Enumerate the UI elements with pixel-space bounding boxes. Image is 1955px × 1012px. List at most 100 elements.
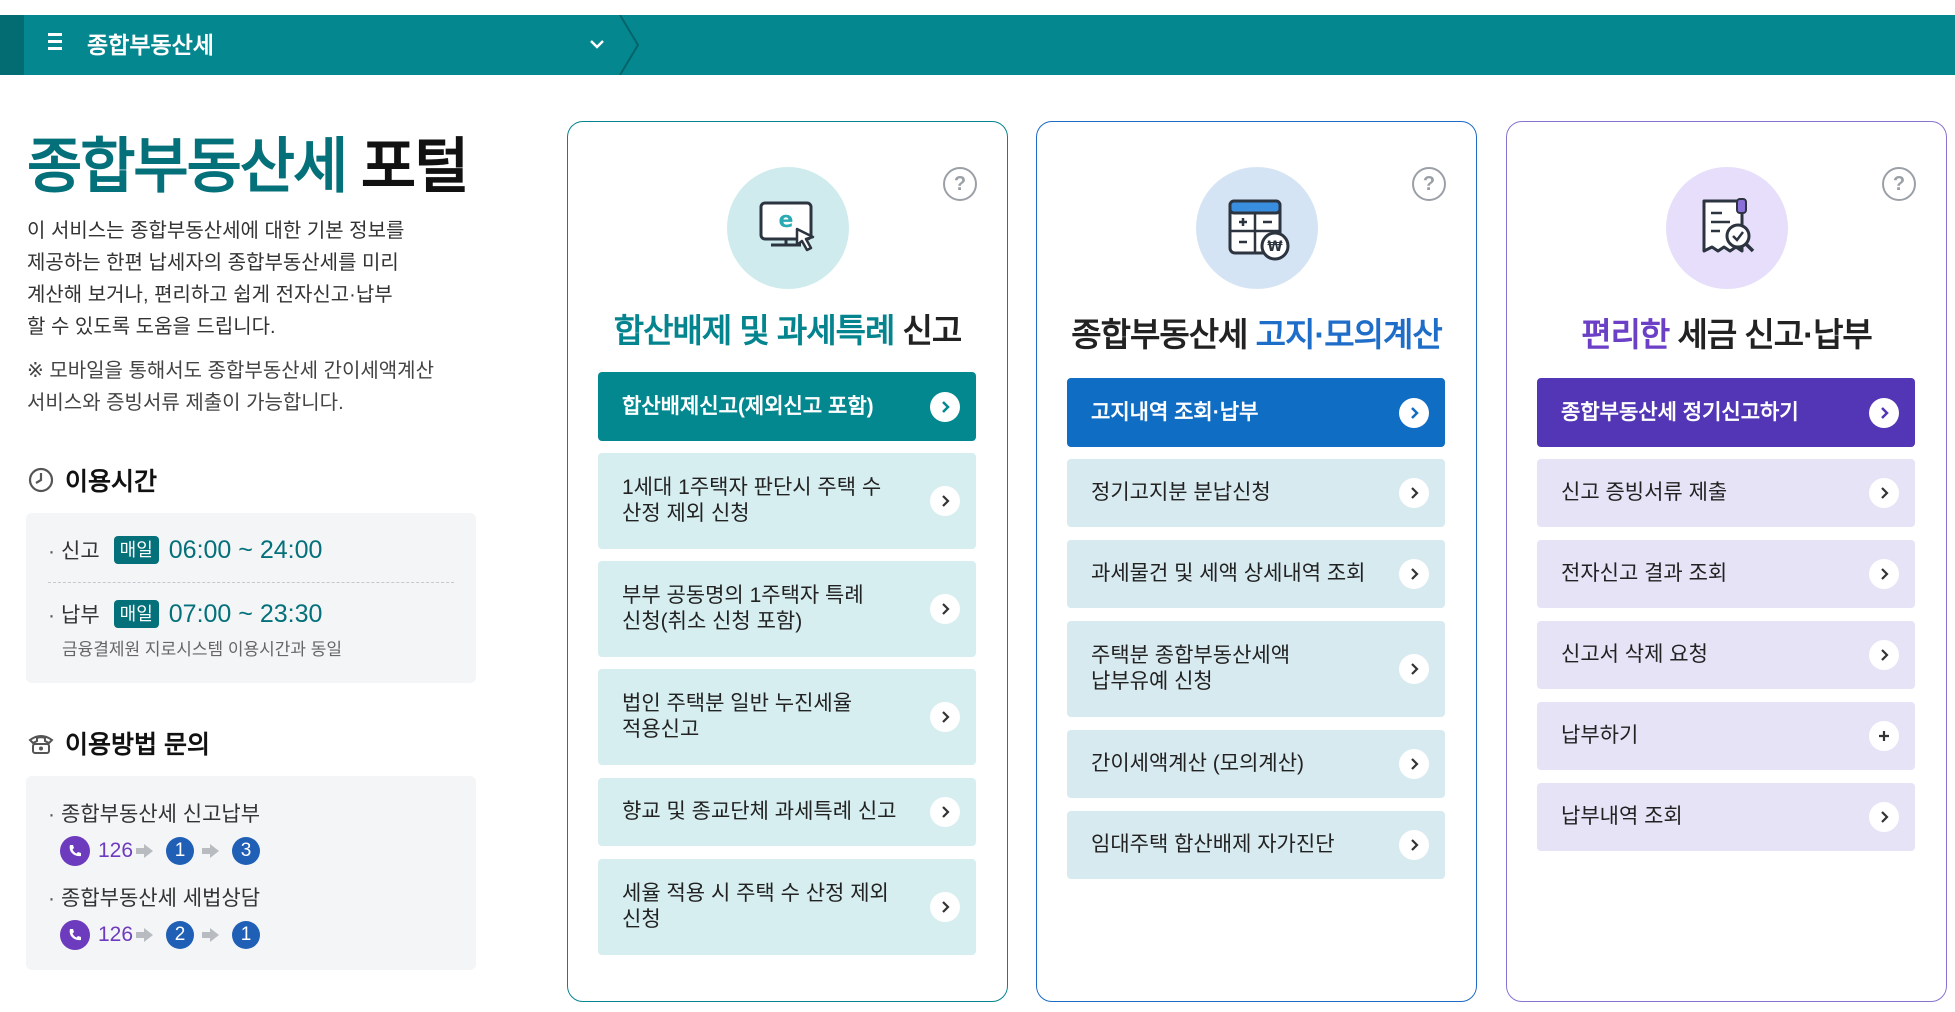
chevron-right-icon	[930, 594, 960, 624]
hours-label: 납부	[48, 599, 100, 629]
chevron-right-icon	[1399, 749, 1429, 779]
menu-step: 1	[232, 921, 261, 949]
button-label: 신고서 삭제 요청	[1561, 643, 1708, 666]
card1-item-1[interactable]: 1세대 1주택자 판단시 주택 수 산정 제외 신청	[598, 453, 976, 549]
card-title-accent: 고지·모의계산	[1255, 316, 1443, 353]
button-label: 향교 및 종교단체 과세특례 신고	[622, 800, 897, 823]
help-icon[interactable]: ?	[1412, 167, 1446, 201]
intro-line: 할 수 있도록 도움을 드립니다.	[27, 316, 276, 338]
help-icon[interactable]: ?	[1882, 167, 1916, 201]
phone-icon	[60, 836, 90, 866]
chevron-right-icon	[1869, 802, 1899, 832]
card2-item-2[interactable]: 과세물건 및 세액 상세내역 조회	[1067, 540, 1445, 608]
svg-text:₩: ₩	[1267, 239, 1283, 255]
intro-text: 이 서비스는 종합부동산세에 대한 기본 정보를 제공하는 한편 납세자의 종합…	[27, 215, 467, 343]
card-title-rest: 종합부동산세	[1071, 316, 1256, 353]
chevron-right-icon	[930, 892, 960, 922]
button-label: 신고 증빙서류 제출	[1561, 481, 1728, 504]
daily-badge: 매일	[113, 600, 159, 628]
button-label: 고지내역 조회·납부	[1091, 400, 1259, 424]
button-label: 주택분 종합부동산세액 납부유예 신청	[1091, 644, 1291, 693]
button-label: 합산배제신고(제외신고 포함)	[622, 394, 874, 418]
breadcrumb-separator-icon	[619, 15, 640, 75]
hours-divider	[48, 582, 454, 583]
card3-item-1[interactable]: 신고 증빙서류 제출	[1537, 459, 1915, 527]
card-title: 종합부동산세 고지·모의계산	[1037, 308, 1476, 356]
phone-icon	[60, 920, 90, 950]
intro-line: 이 서비스는 종합부동산세에 대한 기본 정보를	[27, 220, 405, 242]
clock-icon	[28, 467, 54, 493]
chevron-right-icon	[1399, 654, 1429, 684]
telephone-icon	[28, 735, 54, 754]
mobile-note: ※ 모바일을 통해서도 종합부동산세 간이세액계산 서비스와 증빙서류 제출이 …	[27, 355, 467, 419]
menu-step: 1	[166, 837, 195, 865]
hamburger-menu-icon[interactable]	[48, 33, 64, 55]
contact-box: 종합부동산세 신고납부 126 1 3 종합부동산세 세법상담 126 2 1	[26, 776, 476, 970]
hours-sub-note: 금융결제원 지로시스템 이용시간과 동일	[62, 640, 343, 659]
card2-item-4[interactable]: 간이세액계산 (모의계산)	[1067, 730, 1445, 798]
contact-heading-label: 이용방법 문의	[65, 731, 210, 759]
card-title: 합산배제 및 과세특례 신고	[568, 304, 1007, 352]
card3-item-4[interactable]: 납부하기	[1537, 702, 1915, 770]
contact-label: 종합부동산세 세법상담	[48, 882, 260, 912]
chevron-right-icon	[930, 702, 960, 732]
daily-badge: 매일	[113, 536, 159, 564]
contact-item: 종합부동산세 신고납부 126 1 3	[48, 798, 261, 866]
card1-item-4[interactable]: 향교 및 종교단체 과세특례 신고	[598, 778, 976, 846]
card1-item-5[interactable]: 세율 적용 시 주택 수 산정 제외 신청	[598, 859, 976, 955]
menu-step: 3	[232, 837, 261, 865]
chevron-right-icon	[1869, 559, 1899, 589]
button-label: 임대주택 합산배제 자가진단	[1091, 833, 1335, 856]
card3-item-2[interactable]: 전자신고 결과 조회	[1537, 540, 1915, 608]
card-icon-circle	[1666, 167, 1788, 289]
card-title: 편리한 세금 신고·납부	[1507, 308, 1946, 356]
card2-item-3[interactable]: 주택분 종합부동산세액 납부유예 신청	[1067, 621, 1445, 717]
chevron-right-icon	[930, 486, 960, 516]
calculator-icon: ₩	[1228, 199, 1290, 261]
chevron-right-icon	[1399, 478, 1429, 508]
hours-heading-label: 이용시간	[65, 468, 158, 496]
hours-time: 06:00 ~ 24:00	[168, 535, 323, 564]
page-title-rest: 포털	[346, 133, 469, 200]
help-icon[interactable]: ?	[943, 167, 977, 201]
chevron-right-icon	[930, 391, 960, 422]
chevron-right-icon	[1399, 559, 1429, 589]
card2-item-1[interactable]: 정기고지분 분납신청	[1067, 459, 1445, 527]
card3-item-3[interactable]: 신고서 삭제 요청	[1537, 621, 1915, 689]
topbar-lead-block	[0, 15, 24, 75]
exclusion-report-button[interactable]: 합산배제신고(제외신고 포함)	[598, 372, 976, 441]
card3-item-5[interactable]: 납부내역 조회	[1537, 783, 1915, 851]
card2-item-5[interactable]: 임대주택 합산배제 자가진단	[1067, 811, 1445, 879]
phone-number: 126	[98, 839, 134, 862]
note-line: 서비스와 증빙서류 제출이 가능합니다.	[27, 392, 344, 414]
intro-line: 제공하는 한편 납세자의 종합부동산세를 미리	[27, 252, 399, 274]
button-label: 종합부동산세 정기신고하기	[1561, 400, 1799, 424]
arrow-right-icon	[136, 844, 154, 858]
receipt-check-icon	[1702, 198, 1755, 253]
card1-item-3[interactable]: 법인 주택분 일반 누진세율 적용신고	[598, 669, 976, 765]
top-navigation-bar: 종합부동산세	[0, 15, 1955, 75]
chevron-down-icon[interactable]	[588, 35, 606, 53]
topbar-title[interactable]: 종합부동산세	[87, 15, 214, 75]
card-icon-circle: e	[727, 167, 849, 289]
card-tax-filing: ? 편리한 세금 신고·납부 종합부동산세 정기신고하기 신고 증빙서류 제출 …	[1506, 121, 1947, 1002]
chevron-right-icon	[1399, 397, 1429, 428]
page-title: 종합부동산세 포털	[27, 118, 469, 205]
hours-row-report: 신고 매일 06:00 ~ 24:00	[48, 535, 322, 565]
arrow-right-icon	[202, 844, 220, 858]
card-icon-circle: ₩	[1196, 167, 1318, 289]
contact-label: 종합부동산세 신고납부	[48, 798, 260, 828]
chevron-right-icon	[1869, 478, 1899, 508]
card-title-accent: 합산배제 및 과세특례	[613, 312, 896, 349]
chevron-right-icon	[1869, 640, 1899, 670]
regular-filing-button[interactable]: 종합부동산세 정기신고하기	[1537, 378, 1915, 447]
hours-label: 신고	[48, 535, 100, 565]
chevron-right-icon	[930, 797, 960, 827]
page-title-accent: 종합부동산세	[27, 133, 348, 200]
card1-item-2[interactable]: 부부 공동명의 1주택자 특례 신청(취소 신청 포함)	[598, 561, 976, 657]
button-label: 법인 주택분 일반 누진세율 적용신고	[622, 692, 853, 741]
arrow-right-icon	[136, 928, 154, 942]
button-label: 세율 적용 시 주택 수 산정 제외 신청	[622, 882, 889, 931]
notice-payment-button[interactable]: 고지내역 조회·납부	[1067, 378, 1445, 447]
monitor-e-icon: e	[759, 201, 815, 252]
